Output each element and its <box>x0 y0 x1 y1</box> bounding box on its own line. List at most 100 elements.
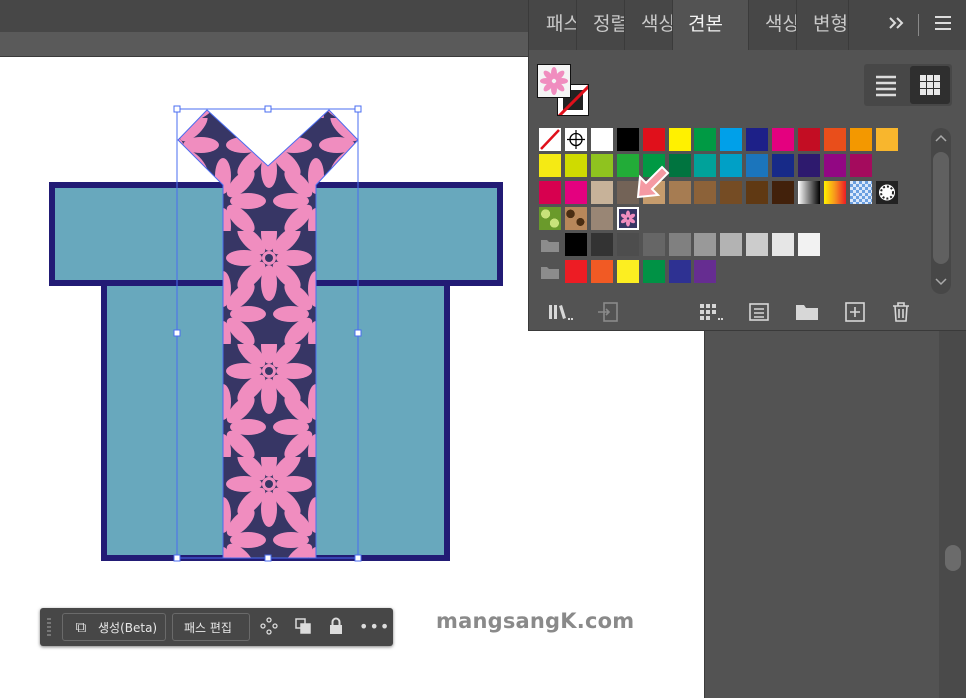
tab-divider <box>918 14 919 36</box>
swatch-none[interactable] <box>539 128 561 151</box>
color-swatch[interactable] <box>772 128 794 151</box>
view-toggle <box>864 64 952 106</box>
fill-swatch[interactable] <box>537 64 571 98</box>
tab-color[interactable]: 색상 <box>625 0 673 50</box>
tab-path-label: 패스 <box>546 13 576 35</box>
list-view-button[interactable] <box>866 66 906 104</box>
color-swatch[interactable] <box>746 154 768 177</box>
color-swatch[interactable] <box>720 154 742 177</box>
panel-tab-bar: 패스 정렬 색상 견본 색상 변형 <box>529 0 966 50</box>
hamburger-menu-icon[interactable] <box>933 14 953 37</box>
tab-color-guide-label: 색상 <box>765 13 797 35</box>
color-swatch[interactable] <box>824 154 846 177</box>
color-swatch[interactable] <box>669 233 691 256</box>
generate-beta-button[interactable]: ⧉ 생성(Beta) <box>62 613 166 641</box>
generate-beta-label: 생성(Beta) <box>98 621 158 635</box>
color-swatch[interactable] <box>669 128 691 151</box>
duplicate-icon[interactable] <box>293 617 313 637</box>
color-swatch[interactable] <box>565 233 587 256</box>
scroll-up-icon[interactable] <box>934 133 948 143</box>
swatch-gradient-bw[interactable] <box>798 181 820 204</box>
swatch-pattern-flower[interactable] <box>617 207 639 230</box>
new-swatch-icon[interactable] <box>843 300 867 324</box>
fill-stroke-indicator <box>537 64 597 124</box>
color-swatch[interactable] <box>798 128 820 151</box>
swatch-scrollbar-thumb[interactable] <box>933 152 949 264</box>
color-swatch[interactable] <box>746 128 768 151</box>
color-swatch[interactable] <box>565 181 587 204</box>
color-swatch[interactable] <box>772 233 794 256</box>
color-swatch[interactable] <box>669 260 691 283</box>
tab-color-guide[interactable]: 색상 <box>749 0 797 50</box>
swatch-libraries-icon[interactable] <box>547 300 573 324</box>
swatch-pattern-leopard[interactable] <box>565 207 587 230</box>
swatch-pattern-dots[interactable] <box>876 181 898 204</box>
color-swatch[interactable] <box>617 128 639 151</box>
color-swatch[interactable] <box>876 128 898 151</box>
color-swatch[interactable] <box>720 233 742 256</box>
color-swatch[interactable] <box>591 128 613 151</box>
color-swatch[interactable] <box>694 154 716 177</box>
panel-bottom-toolbar <box>529 296 966 330</box>
color-swatch[interactable] <box>694 128 716 151</box>
tab-path[interactable]: 패스 <box>529 0 577 50</box>
grid-view-button[interactable] <box>910 66 950 104</box>
swatch-options-icon[interactable] <box>747 300 771 324</box>
color-swatch[interactable] <box>746 181 768 204</box>
more-options-icon[interactable]: ••• <box>359 617 389 637</box>
color-swatch[interactable] <box>850 128 872 151</box>
swatch-kinds-icon[interactable] <box>697 300 723 324</box>
tab-transform-label: 변형 <box>813 13 848 35</box>
color-swatch[interactable] <box>539 181 561 204</box>
color-swatch[interactable] <box>643 260 665 283</box>
color-swatch[interactable] <box>694 260 716 283</box>
color-swatch[interactable] <box>772 181 794 204</box>
color-swatch[interactable] <box>591 154 613 177</box>
color-swatch[interactable] <box>772 154 794 177</box>
color-swatch[interactable] <box>591 233 613 256</box>
lock-icon[interactable] <box>326 617 346 637</box>
color-swatch[interactable] <box>669 181 691 204</box>
double-chevron-right-icon[interactable] <box>887 14 907 37</box>
recolor-nodes-icon[interactable] <box>259 617 279 637</box>
tab-color-label: 색상 <box>641 13 673 35</box>
color-swatch[interactable] <box>694 233 716 256</box>
color-swatch[interactable] <box>565 154 587 177</box>
color-swatch[interactable] <box>565 260 587 283</box>
swatch-pattern-blue[interactable] <box>850 181 872 204</box>
swatch-registration[interactable] <box>565 128 587 151</box>
color-swatch[interactable] <box>798 154 820 177</box>
color-swatch[interactable] <box>798 233 820 256</box>
color-swatch[interactable] <box>591 260 613 283</box>
color-swatch[interactable] <box>617 233 639 256</box>
color-swatch[interactable] <box>824 128 846 151</box>
color-swatch[interactable] <box>720 181 742 204</box>
tab-swatches[interactable]: 견본 <box>673 0 749 50</box>
tab-align-label: 정렬 <box>593 13 625 35</box>
color-swatch[interactable] <box>643 128 665 151</box>
place-swatch-icon[interactable] <box>596 300 620 324</box>
color-swatch[interactable] <box>539 154 561 177</box>
color-swatch[interactable] <box>850 154 872 177</box>
color-swatch[interactable] <box>643 233 665 256</box>
watermark: mangsangK.com <box>436 609 635 633</box>
color-swatch[interactable] <box>694 181 716 204</box>
swatch-gradient-orange[interactable] <box>824 181 846 204</box>
color-group-folder-icon <box>539 233 561 256</box>
color-swatch[interactable] <box>746 233 768 256</box>
color-swatch[interactable] <box>591 207 613 230</box>
new-color-group-folder-icon[interactable] <box>794 300 818 324</box>
swatch-pattern-green[interactable] <box>539 207 561 230</box>
delete-swatch-icon[interactable] <box>889 300 913 324</box>
edit-path-button[interactable]: 패스 편집 <box>172 613 250 641</box>
tab-swatches-label: 견본 <box>688 13 723 35</box>
color-swatch[interactable] <box>591 181 613 204</box>
color-swatch[interactable] <box>669 154 691 177</box>
drag-handle[interactable] <box>47 618 51 636</box>
tab-transform[interactable]: 변형 <box>797 0 849 50</box>
tab-align[interactable]: 정렬 <box>577 0 625 50</box>
color-swatch[interactable] <box>617 260 639 283</box>
color-swatch[interactable] <box>720 128 742 151</box>
edit-path-label: 패스 편집 <box>184 621 232 635</box>
scroll-down-icon[interactable] <box>934 277 948 287</box>
